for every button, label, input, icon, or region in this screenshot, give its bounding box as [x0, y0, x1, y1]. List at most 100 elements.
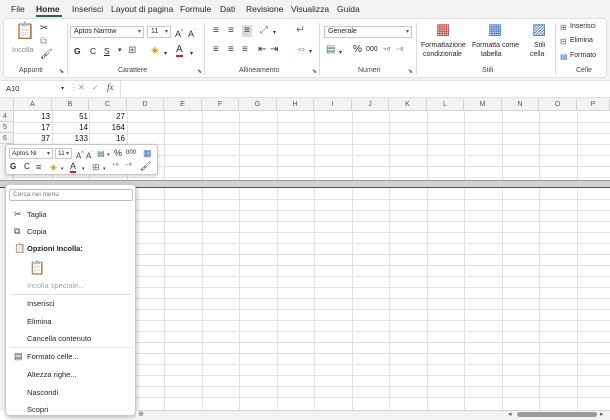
alignment-launcher-icon[interactable]: ⬊ [312, 68, 317, 75]
cell-b4[interactable]: 51 [52, 111, 88, 122]
menu-item-delete[interactable]: Elimina [27, 317, 52, 326]
clipboard-launcher-icon[interactable]: ⬊ [59, 68, 64, 75]
copy-icon[interactable]: ⧉ [40, 37, 47, 47]
tab-data[interactable]: Dati [220, 4, 235, 14]
mini-align-icon[interactable]: ≡ [36, 162, 41, 172]
menu-item-insert[interactable]: Inserisci [27, 299, 55, 308]
orientation-dropdown-icon[interactable]: ▾ [273, 28, 276, 38]
cancel-entry-button[interactable]: ✕ [78, 83, 85, 92]
increase-indent-icon[interactable]: ⇥ [270, 45, 278, 55]
paste-icon[interactable]: 📋 [29, 260, 45, 276]
align-left-icon[interactable]: ≡ [213, 45, 219, 55]
underline-button[interactable]: S [104, 46, 110, 56]
number-format-combo[interactable]: Generale ▾ [324, 26, 412, 38]
format-cells-icon[interactable]: ▤ [560, 52, 568, 62]
menu-item-unhide[interactable]: Scopri [27, 405, 48, 414]
column-header[interactable]: D [127, 99, 164, 111]
cell-styles-label-2[interactable]: cella [530, 51, 544, 58]
fill-color-dropdown-icon[interactable]: ▾ [164, 49, 167, 59]
mini-percent-button[interactable]: % [114, 148, 122, 158]
column-header[interactable]: F [202, 99, 239, 111]
mini-font-name-combo[interactable]: Aptos Ni ▾ [9, 148, 53, 159]
scroll-left-icon[interactable]: ◂ [508, 410, 512, 420]
column-header[interactable]: E [164, 99, 202, 111]
menu-item-hide[interactable]: Nascondi [27, 388, 58, 397]
mini-decrease-font-icon[interactable]: Aˇ [86, 149, 93, 162]
name-box-dropdown-icon[interactable]: ▾ [61, 84, 64, 94]
tab-page-layout[interactable]: Layout di pagina [111, 4, 173, 14]
thousands-button[interactable]: 000 [366, 46, 378, 53]
font-size-combo[interactable]: 11 ▾ [147, 26, 171, 38]
cell-c5[interactable]: 164 [89, 122, 125, 133]
fill-color-icon[interactable]: ◈ [151, 46, 159, 56]
paste-icon[interactable]: 📋 [15, 24, 35, 40]
merge-center-icon[interactable]: ⇔ [296, 44, 307, 55]
mini-increase-decimal-icon[interactable]: ⁺⁰ [112, 162, 119, 172]
menu-item-cut[interactable]: Taglia [27, 210, 47, 219]
mini-thousands-button[interactable]: 000 [126, 150, 136, 156]
wrap-text-icon[interactable]: ↵ [296, 25, 305, 36]
align-center-icon[interactable]: ≡ [228, 45, 234, 55]
delete-cells-icon[interactable]: ⊟ [560, 37, 567, 47]
insert-function-button[interactable]: fx [107, 82, 114, 92]
column-header[interactable]: G [239, 99, 277, 111]
mini-italic-button[interactable]: C [24, 162, 30, 171]
align-right-icon[interactable]: ≡ [242, 45, 248, 55]
menu-search-input[interactable]: Cerca nei menu [9, 189, 133, 201]
cell-c4[interactable]: 27 [89, 111, 125, 122]
font-color-icon[interactable]: A [176, 45, 183, 57]
column-header[interactable]: A [14, 99, 52, 111]
percent-button[interactable]: % [353, 44, 362, 55]
column-header[interactable]: K [389, 99, 427, 111]
increase-font-icon[interactable]: A^ [175, 27, 183, 39]
tab-insert[interactable]: Inserisci [72, 4, 103, 14]
scroll-right-icon[interactable]: ▸ [600, 410, 604, 420]
column-header[interactable]: O [539, 99, 577, 111]
menu-item-row-height[interactable]: Altezza righe... [27, 370, 77, 379]
mini-accounting-icon[interactable]: ▤ [97, 149, 105, 159]
italic-button[interactable]: C [90, 46, 96, 56]
mini-borders-dropdown-icon[interactable]: ▾ [103, 164, 106, 174]
tab-file[interactable]: File [11, 4, 25, 14]
conditional-formatting-icon[interactable]: ▦ [436, 22, 450, 37]
row-header[interactable]: 6 [0, 133, 14, 144]
mini-fill-color-icon[interactable]: ◈ [50, 162, 57, 172]
tab-help[interactable]: Guida [337, 4, 360, 14]
select-all-corner[interactable] [0, 99, 14, 111]
orientation-icon[interactable]: ⤢ [260, 26, 268, 36]
cell-a6[interactable]: 37 [14, 133, 50, 144]
menu-item-copy[interactable]: Copia [27, 227, 47, 236]
mini-fill-dropdown-icon[interactable]: ▾ [61, 164, 64, 174]
number-launcher-icon[interactable]: ⬊ [408, 68, 413, 75]
font-name-combo[interactable]: Aptos Narrow ▾ [70, 26, 144, 38]
cell-a4[interactable]: 13 [14, 111, 50, 122]
cell-styles-icon[interactable]: ▨ [532, 22, 546, 37]
mini-increase-font-icon[interactable]: A^ [76, 149, 84, 162]
row-header[interactable]: 5 [0, 122, 14, 133]
align-bottom-icon[interactable]: ≡ [242, 25, 252, 37]
format-as-table-label-2[interactable]: tabella [481, 51, 502, 58]
mini-format-table-icon[interactable]: ▦ [143, 148, 152, 158]
borders-icon[interactable]: ⊞ [128, 46, 136, 56]
tab-review[interactable]: Revisione [246, 4, 283, 14]
cell-b6[interactable]: 133 [52, 133, 88, 144]
increase-decimal-icon[interactable]: ⁺⁰ [383, 46, 390, 56]
column-header[interactable]: J [352, 99, 389, 111]
confirm-entry-button[interactable]: ✓ [92, 83, 99, 92]
cell-b5[interactable]: 14 [52, 122, 88, 133]
mini-format-painter-icon[interactable]: 🖌 [140, 161, 151, 171]
font-color-dropdown-icon[interactable]: ▾ [190, 49, 193, 59]
mini-accounting-dropdown-icon[interactable]: ▾ [107, 150, 110, 160]
column-header[interactable]: C [89, 99, 127, 111]
tab-formulas[interactable]: Formule [180, 4, 211, 14]
mini-font-color-dropdown-icon[interactable]: ▾ [82, 164, 85, 174]
column-header[interactable]: L [427, 99, 464, 111]
accounting-format-icon[interactable]: ▤ [326, 45, 335, 55]
mini-bold-button[interactable]: G [10, 162, 16, 171]
column-header[interactable]: M [464, 99, 502, 111]
add-sheet-icon[interactable]: ⊕ [138, 410, 144, 420]
insert-cells-icon[interactable]: ⊞ [560, 23, 567, 33]
bold-button[interactable]: G [74, 46, 81, 56]
decrease-decimal-icon[interactable]: ⁻⁰ [396, 46, 403, 56]
accounting-dropdown-icon[interactable]: ▾ [339, 48, 342, 58]
